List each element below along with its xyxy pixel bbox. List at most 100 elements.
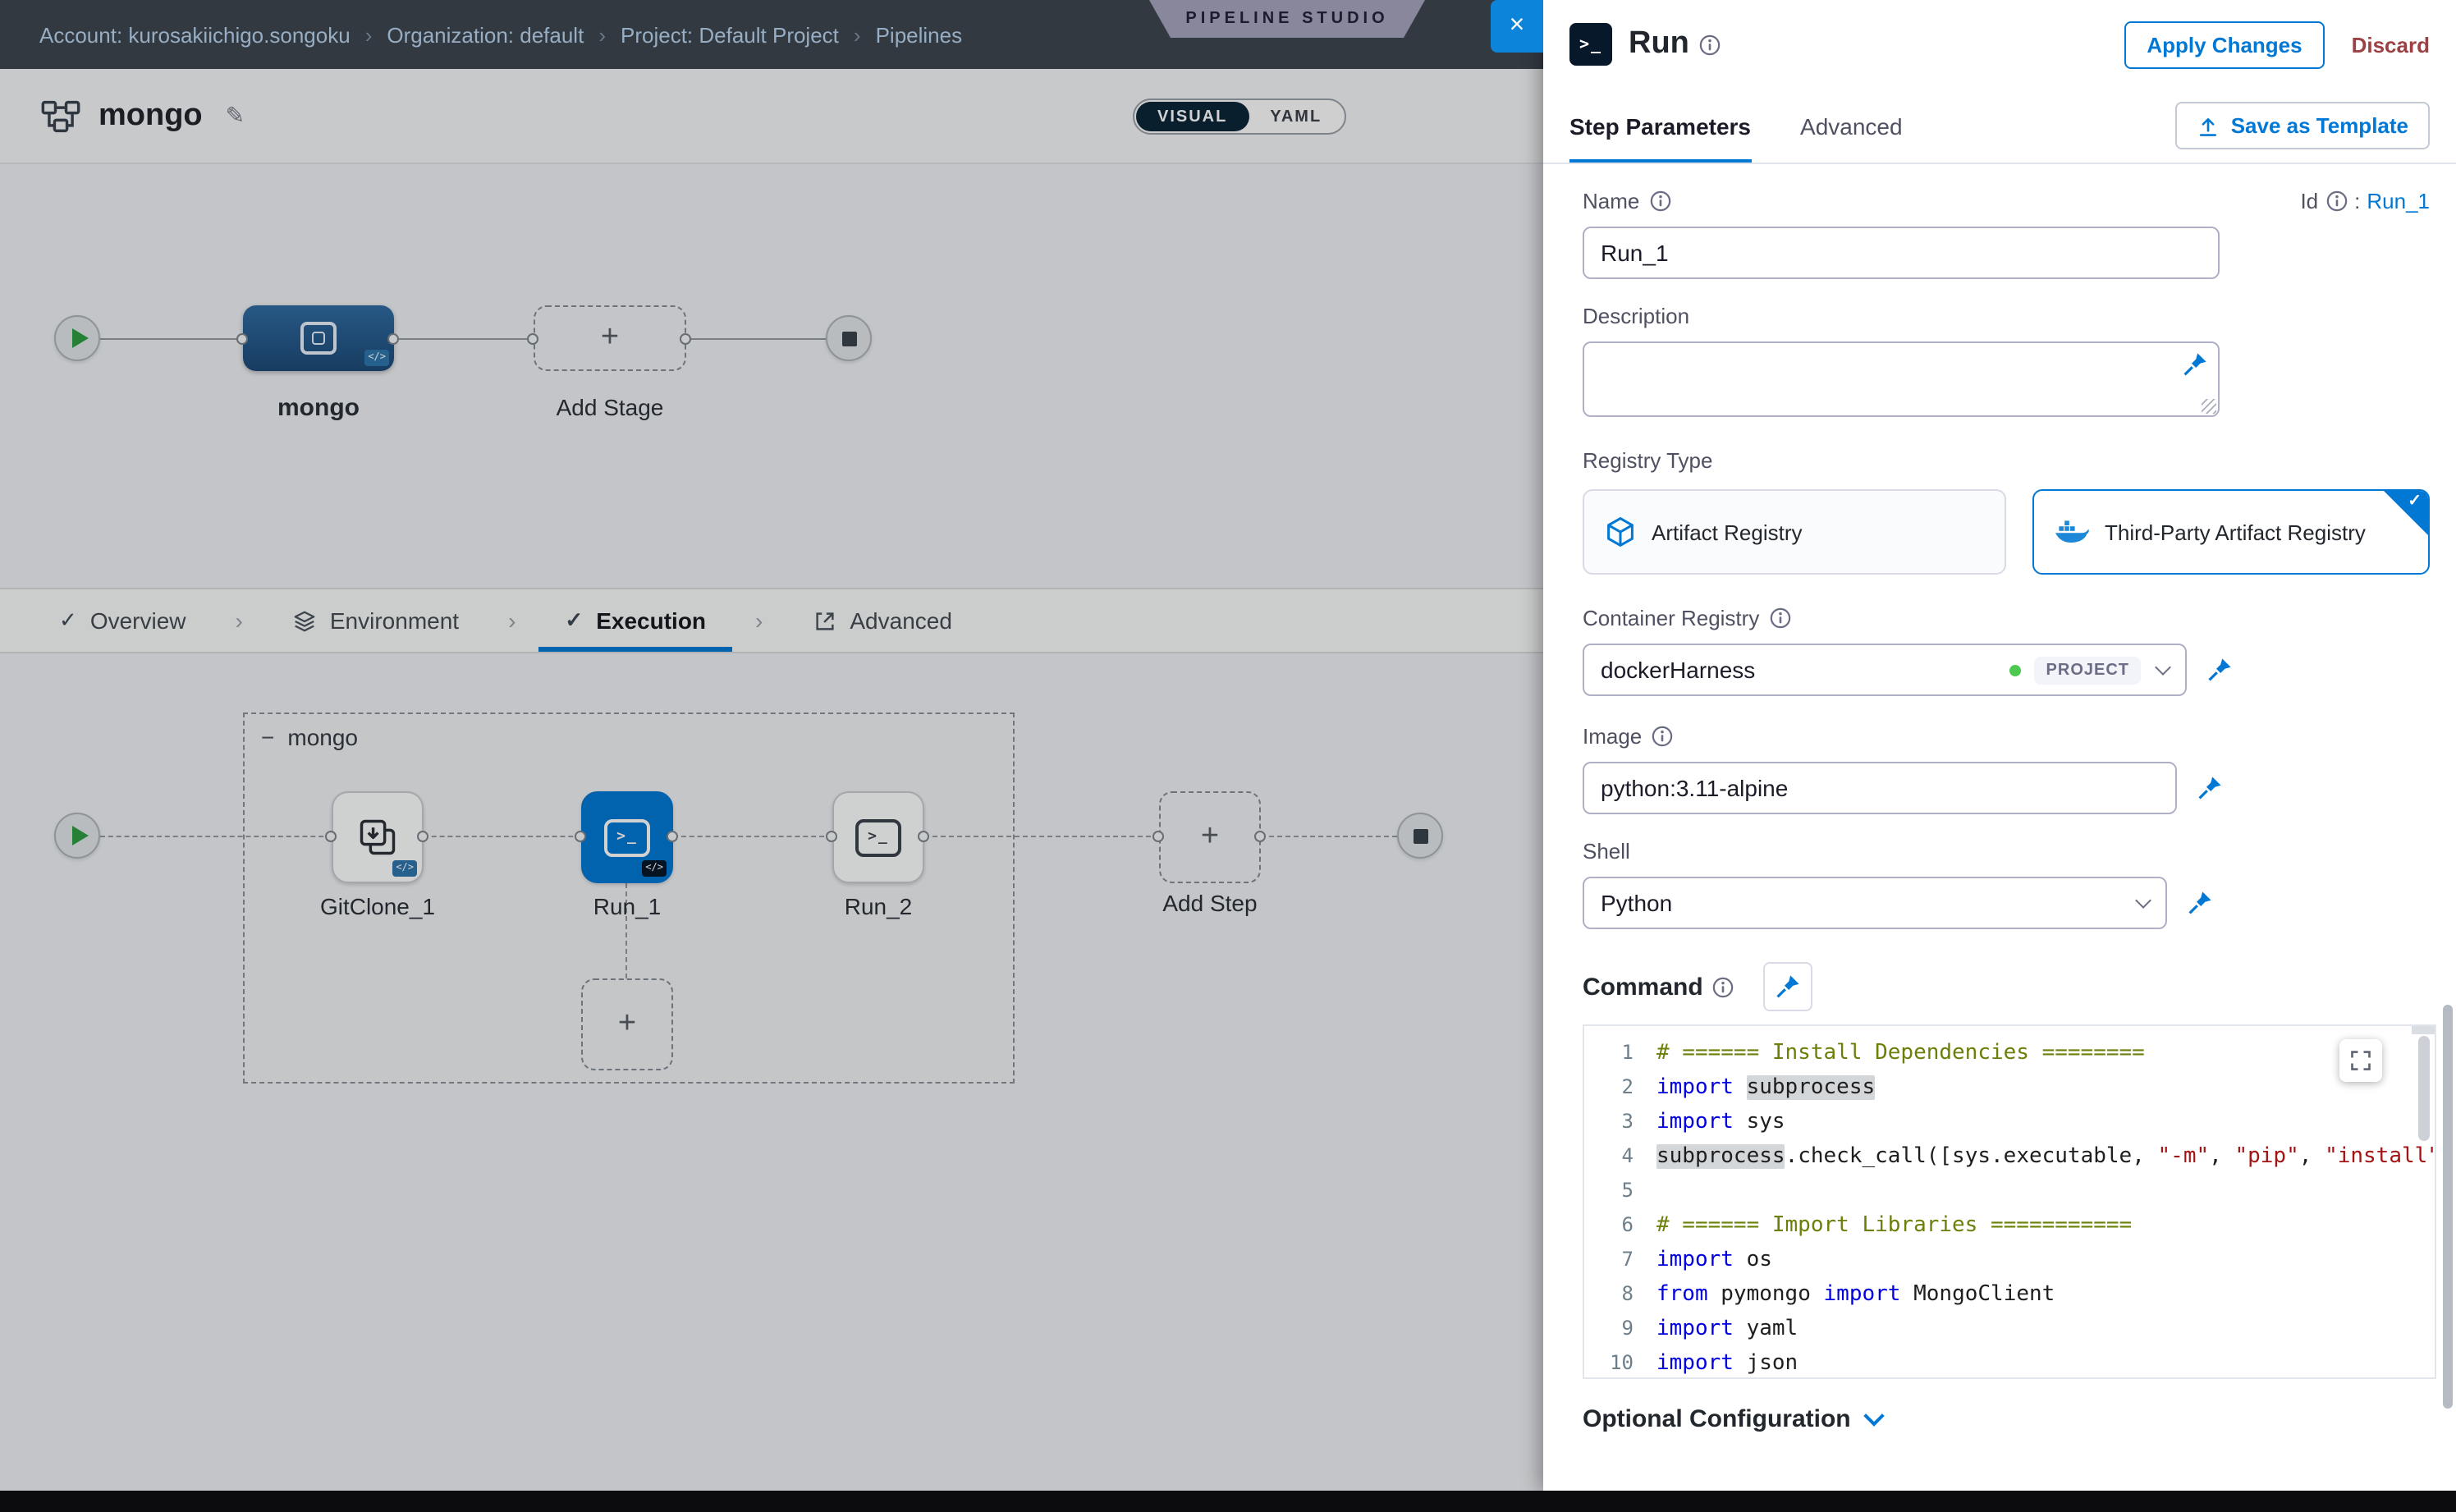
description-input[interactable] [1583, 341, 2220, 417]
code-line: 2import subprocess [1584, 1070, 2435, 1105]
horizontal-scrollbar[interactable] [0, 1491, 2456, 1512]
tab-step-parameters[interactable]: Step Parameters [1569, 89, 1751, 163]
info-icon[interactable] [1649, 190, 1670, 211]
save-as-template-button[interactable]: Save as Template [2175, 102, 2430, 149]
step-label-gitclone-1: GitClone_1 [286, 893, 470, 919]
step-id: Id : Run_1 [2300, 188, 2430, 213]
code-line: 6# ====== Import Libraries =========== [1584, 1208, 2435, 1243]
check-icon: ✓ [2408, 493, 2422, 511]
plus-icon: + [1201, 819, 1219, 855]
visual-yaml-toggle: VISUAL YAML [1133, 99, 1346, 135]
tab-separator-icon: › [213, 589, 266, 652]
git-clone-icon [356, 816, 399, 859]
advanced-icon [812, 608, 836, 633]
pin-icon [2197, 775, 2223, 801]
toggle-yaml[interactable]: YAML [1249, 102, 1343, 131]
pin-icon [2206, 657, 2233, 683]
code-line: 3import sys [1584, 1105, 2435, 1139]
toggle-visual[interactable]: VISUAL [1136, 102, 1249, 131]
info-icon[interactable] [1652, 725, 1673, 746]
pipeline-end-node[interactable] [826, 315, 872, 361]
add-step-node[interactable]: + [1159, 791, 1261, 883]
description-label: Description [1583, 303, 1689, 328]
tab-step-advanced[interactable]: Advanced [1800, 89, 1903, 163]
registry-type-label: Registry Type [1583, 447, 1713, 472]
registry-option-artifact[interactable]: Artifact Registry [1583, 489, 2006, 575]
code-line: 9import yaml [1584, 1312, 2435, 1346]
pin-icon[interactable] [2182, 351, 2208, 378]
registry-type-options: Artifact Registry Third-Party Artifact R… [1583, 489, 2430, 575]
code-badge-icon: </> [364, 350, 389, 366]
breadcrumb-organization[interactable]: Organization: default [387, 22, 584, 47]
tab-environment[interactable]: Environment [266, 589, 485, 652]
code-badge-icon: </> [642, 860, 667, 877]
tab-execution[interactable]: ✓ Execution [538, 589, 732, 652]
connector-status-dot [2010, 664, 2022, 676]
info-icon[interactable] [1699, 34, 1721, 55]
tab-overview[interactable]: ✓ Overview [33, 589, 213, 652]
pin-icon [1776, 974, 1802, 1000]
tab-advanced[interactable]: Advanced [786, 589, 978, 652]
check-icon: ✓ [59, 607, 77, 634]
pipeline-start-node[interactable] [54, 315, 100, 361]
pipeline-header: mongo ✎ VISUAL YAML [0, 69, 1543, 164]
step-id-value[interactable]: Run_1 [2367, 188, 2430, 213]
code-badge-icon: </> [392, 860, 417, 877]
step-node-run-1-selected[interactable]: >_ </> [581, 791, 673, 883]
panel-tab-bar: Step Parameters Advanced Save as Templat… [1543, 89, 2456, 164]
close-icon: × [1510, 11, 1525, 41]
breadcrumb-pipelines[interactable]: Pipelines [876, 22, 963, 47]
breadcrumb-separator: › [365, 22, 373, 47]
scope-tag: PROJECT [2035, 656, 2141, 684]
add-stage-node[interactable]: + [534, 305, 686, 371]
info-icon[interactable] [2326, 190, 2348, 211]
info-icon[interactable] [1769, 607, 1790, 628]
panel-header: >_ Run Apply Changes Discard [1543, 0, 2456, 89]
apply-changes-button[interactable]: Apply Changes [2124, 21, 2325, 68]
command-editor-lines: 1# ====== Install Dependencies ========2… [1584, 1036, 2435, 1379]
code-line: 4subprocess.check_call([sys.executable, … [1584, 1139, 2435, 1174]
close-panel-button[interactable]: × [1491, 0, 1543, 53]
step-node-run-2[interactable]: >_ [832, 791, 924, 883]
info-icon[interactable] [1713, 976, 1734, 997]
command-editor[interactable]: 1# ====== Install Dependencies ========2… [1583, 1024, 2436, 1379]
breadcrumb-project[interactable]: Project: Default Project [621, 22, 839, 47]
pin-button[interactable] [2187, 890, 2213, 916]
image-input[interactable]: python:3.11-alpine [1583, 762, 2177, 814]
pin-button[interactable] [2206, 657, 2233, 683]
description-field-wrap [1583, 341, 2220, 417]
pipeline-icon [39, 94, 82, 137]
panel-body: Name Id : Run_1 Description [1543, 164, 2456, 1491]
stage-node-mongo[interactable]: </> [243, 305, 394, 371]
stage-tab-bar: ✓ Overview › Environment › ✓ Execution ›… [0, 588, 1543, 653]
step-group-label: mongo [287, 724, 358, 750]
pin-button[interactable] [1764, 962, 1813, 1011]
pipeline-title: mongo [99, 98, 203, 134]
chevron-down-icon [2135, 892, 2151, 909]
pipeline-studio-window: Account: kurosakiichigo.songoku › Organi… [0, 0, 2456, 1512]
shell-select[interactable]: Python [1583, 877, 2167, 929]
pipeline-studio-badge: PIPELINE STUDIO [1149, 0, 1425, 38]
edit-pipeline-icon[interactable]: ✎ [226, 102, 245, 130]
registry-option-third-party-selected[interactable]: Third-Party Artifact Registry ✓ [2032, 489, 2430, 575]
add-stage-label: Add Stage [534, 394, 686, 420]
expand-editor-button[interactable] [2339, 1039, 2382, 1082]
terminal-icon: >_ [604, 818, 650, 856]
panel-scrollbar[interactable] [2443, 1005, 2453, 1409]
container-registry-select[interactable]: dockerHarness PROJECT [1583, 644, 2187, 696]
resize-handle[interactable] [2202, 399, 2216, 414]
terminal-icon: >_ [855, 818, 901, 856]
breadcrumb-separator: › [854, 22, 861, 47]
execution-start-node[interactable] [54, 813, 100, 859]
pin-button[interactable] [2197, 775, 2223, 801]
breadcrumb-account[interactable]: Account: kurosakiichigo.songoku [39, 22, 351, 47]
collapse-group-icon[interactable]: − [261, 724, 274, 750]
chevron-down-icon [2155, 659, 2171, 676]
step-node-gitclone-1[interactable]: </> [332, 791, 424, 883]
editor-scrollbar[interactable] [2418, 1036, 2430, 1141]
name-input[interactable] [1583, 227, 2220, 279]
execution-end-node[interactable] [1397, 813, 1443, 859]
optional-configuration-toggle[interactable]: Optional Configuration [1583, 1405, 2430, 1433]
discard-button[interactable]: Discard [2352, 32, 2430, 57]
add-step-inline-node[interactable]: + [581, 978, 673, 1070]
